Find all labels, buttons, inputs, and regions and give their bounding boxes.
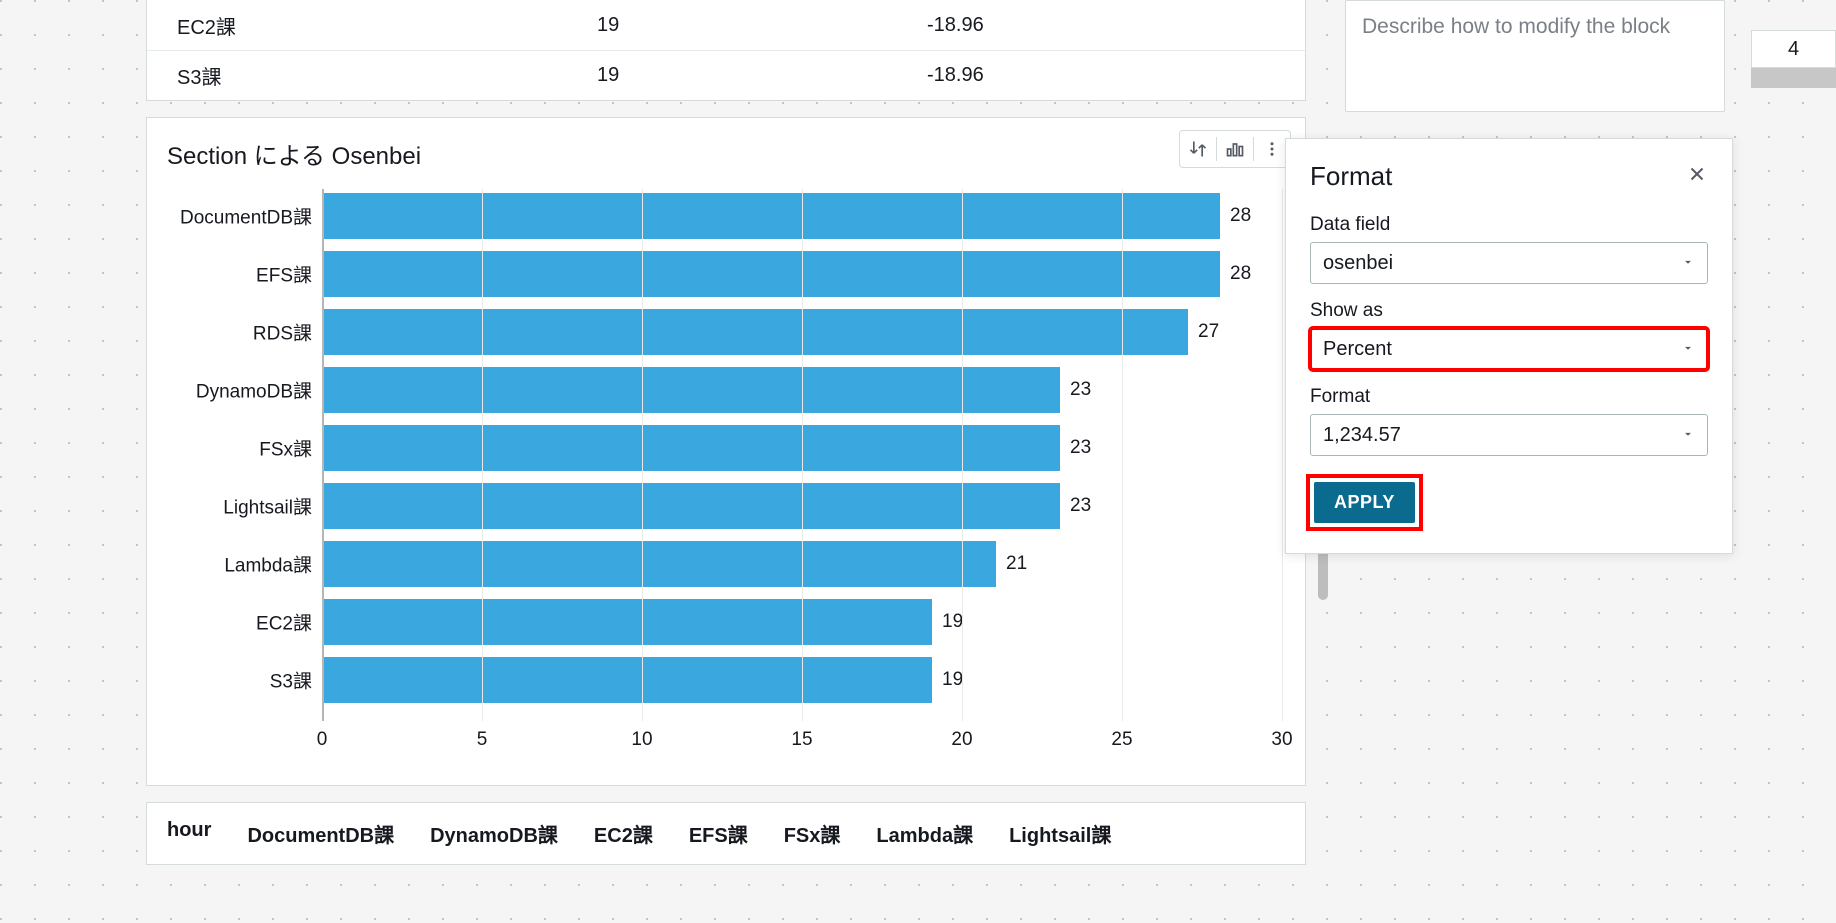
bar-value-label: 21 [1006,553,1027,575]
chart-bar[interactable] [324,367,1060,413]
y-axis-category-label: EC2課 [256,609,312,636]
pivot-column-header[interactable]: Lambda課 [876,819,973,848]
close-icon[interactable] [1686,163,1708,190]
cell-section: EC2課 [177,11,597,40]
show-as-value: Percent [1323,338,1392,361]
bar-value-label: 19 [942,669,963,691]
data-field-value: osenbei [1323,252,1393,275]
chart-bar[interactable] [324,251,1220,297]
chart-card: Section による Osenbei DocumentDB課EFS課RDS課D… [146,117,1306,786]
main-column: EC2課 19 -18.96 S3課 19 -18.96 Section による… [146,0,1306,865]
chart-bar[interactable] [324,425,1060,471]
cell-value2: -18.96 [927,64,1207,87]
y-axis-category-label: Lightsail課 [223,493,312,520]
format-panel-title: Format [1310,161,1392,192]
format-panel: Format Data field osenbei Show as Percen… [1285,138,1733,554]
bar-value-label: 28 [1230,263,1251,285]
y-axis-category-label: DynamoDB課 [196,377,312,404]
gridline [1122,189,1123,721]
y-axis-category-label: Lambda課 [224,551,312,578]
apply-highlight: APPLY [1310,478,1419,527]
x-axis-tick-label: 25 [1111,729,1132,751]
x-axis-tick-label: 20 [951,729,972,751]
show-as-label: Show as [1310,300,1708,322]
chart-type-button[interactable] [1217,131,1253,167]
gridline [482,189,483,721]
pivot-table-header: hour DocumentDB課 DynamoDB課 EC2課 EFS課 FSx課 Lamb… [146,802,1306,865]
chart-toolbar [1179,130,1291,168]
cell-value1: 19 [597,64,927,87]
bar-value-label: 27 [1198,321,1219,343]
gridline [1282,189,1283,721]
chart-bar[interactable] [324,483,1060,529]
data-table-partial: EC2課 19 -18.96 S3課 19 -18.96 [146,0,1306,101]
show-as-select[interactable]: Percent [1310,328,1708,370]
y-axis-category-label: RDS課 [253,319,312,346]
chart-bar[interactable] [324,657,932,703]
bar-value-label: 28 [1230,205,1251,227]
pivot-column-header[interactable]: hour [167,819,211,848]
format-select[interactable]: 1,234.57 [1310,414,1708,456]
sort-button[interactable] [1180,131,1216,167]
x-axis-tick-label: 30 [1271,729,1292,751]
apply-button[interactable]: APPLY [1314,482,1415,523]
x-axis-tick-label: 15 [791,729,812,751]
x-axis-tick-label: 10 [631,729,652,751]
pivot-column-header[interactable]: DynamoDB課 [430,819,558,848]
cell-section: S3課 [177,61,597,90]
pivot-column-header[interactable]: EFS課 [689,819,748,848]
pivot-column-header[interactable]: DocumentDB課 [247,819,394,848]
format-label: Format [1310,386,1708,408]
bar-value-label: 19 [942,611,963,633]
pivot-column-header[interactable]: Lightsail課 [1009,819,1111,848]
gridline [642,189,643,721]
chevron-down-icon [1681,338,1695,361]
gridline [962,189,963,721]
chart-title: Section による Osenbei [167,136,1285,171]
data-field-select[interactable]: osenbei [1310,242,1708,284]
data-field-label: Data field [1310,214,1708,236]
bar-value-label: 23 [1070,379,1091,401]
bar-value-label: 23 [1070,495,1091,517]
pivot-column-header[interactable]: FSx課 [784,819,841,848]
cell-value1: 19 [597,14,927,37]
gridline [802,189,803,721]
table-row[interactable]: S3課 19 -18.96 [147,50,1305,100]
chart-bar[interactable] [324,193,1220,239]
chart-bar[interactable] [324,541,996,587]
y-axis-category-label: EFS課 [256,261,312,288]
pivot-column-header[interactable]: EC2課 [594,819,653,848]
chart-bar[interactable] [324,599,932,645]
side-bar-stub [1751,68,1836,88]
chevron-down-icon [1681,424,1695,447]
chart-bar[interactable] [324,309,1188,355]
bar-value-label: 23 [1070,437,1091,459]
side-tab[interactable]: 4 [1751,30,1836,68]
x-axis-tick-label: 0 [317,729,328,751]
x-axis-tick-label: 5 [477,729,488,751]
cell-value2: -18.96 [927,14,1207,37]
table-row[interactable]: EC2課 19 -18.96 [147,0,1305,50]
describe-input[interactable]: Describe how to modify the block [1345,0,1725,112]
format-value: 1,234.57 [1323,424,1401,447]
chevron-down-icon [1681,252,1695,275]
y-axis-category-label: DocumentDB課 [180,203,312,230]
y-axis-category-label: FSx課 [259,435,312,462]
y-axis-category-label: S3課 [270,667,312,694]
chart-plot-area: DocumentDB課 EFS課 RDS課 DynamoDB課 FSx課 Lightsai… [167,189,1285,761]
